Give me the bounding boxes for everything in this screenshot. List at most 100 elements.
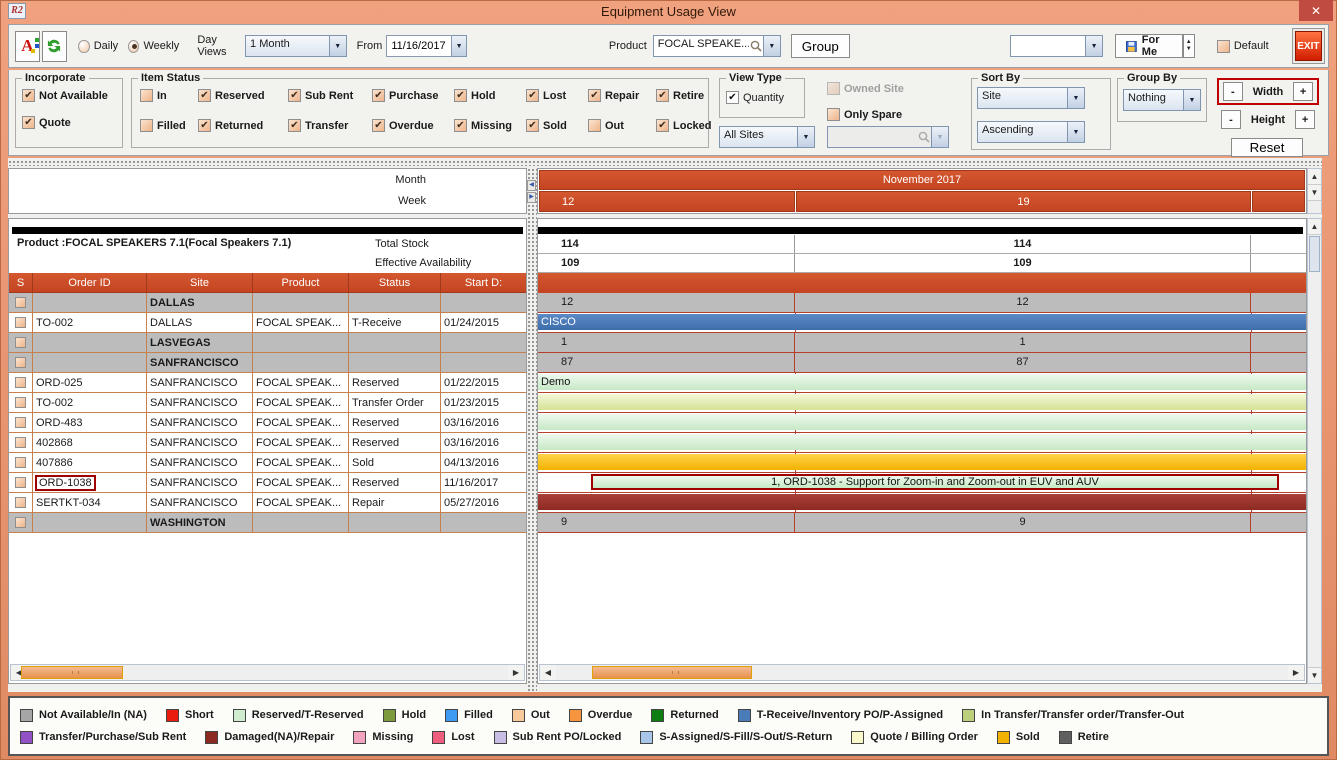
checkbox-box[interactable]: ✔ bbox=[454, 119, 467, 132]
site-cell[interactable]: SANFRANCISCO bbox=[147, 493, 253, 513]
row-checkbox[interactable] bbox=[15, 477, 26, 488]
scrollbar-thumb[interactable] bbox=[21, 666, 123, 679]
row-select-cell[interactable] bbox=[9, 333, 33, 353]
row-checkbox[interactable] bbox=[15, 397, 26, 408]
checkbox-box[interactable]: ✔ bbox=[198, 119, 211, 132]
row-checkbox[interactable] bbox=[15, 297, 26, 308]
site-cell[interactable]: SANFRANCISCO bbox=[147, 413, 253, 433]
row-select-cell[interactable] bbox=[9, 393, 33, 413]
row-checkbox[interactable] bbox=[15, 417, 26, 428]
chevron-down-icon[interactable]: ▼ bbox=[329, 36, 346, 56]
scroll-right-icon[interactable]: ▶ bbox=[1288, 665, 1304, 680]
table-row[interactable]: SERTKT-034SANFRANCISCOFOCAL SPEAK...Repa… bbox=[9, 493, 526, 513]
row-select-cell[interactable] bbox=[9, 433, 33, 453]
sites-select[interactable]: All Sites ▼ bbox=[719, 126, 815, 148]
table-row[interactable]: DALLAS bbox=[9, 293, 526, 313]
checkbox-quote[interactable]: ✔Quote bbox=[22, 116, 108, 129]
from-date-input[interactable] bbox=[386, 35, 452, 57]
column-header-status[interactable]: Status bbox=[349, 273, 441, 293]
close-button[interactable]: ✕ bbox=[1299, 0, 1333, 21]
gantt-bar-reserved[interactable]: 1, ORD-1038 - Support for Zoom-in and Zo… bbox=[591, 474, 1279, 490]
product-cell[interactable] bbox=[253, 293, 349, 313]
gantt-bar-reserved[interactable]: Demo bbox=[538, 374, 1306, 390]
column-header-s[interactable]: S bbox=[9, 273, 33, 293]
table-row[interactable]: 402868SANFRANCISCOFOCAL SPEAK...Reserved… bbox=[9, 433, 526, 453]
order-id-cell[interactable] bbox=[33, 353, 147, 373]
table-row[interactable]: ORD-025SANFRANCISCOFOCAL SPEAK...Reserve… bbox=[9, 373, 526, 393]
site-cell[interactable]: SANFRANCISCO bbox=[147, 393, 253, 413]
checkbox-retire[interactable]: ✔Retire bbox=[656, 89, 716, 102]
product-cell[interactable]: FOCAL SPEAK... bbox=[253, 393, 349, 413]
table-row[interactable]: ORD-1038SANFRANCISCOFOCAL SPEAK...Reserv… bbox=[9, 473, 526, 493]
checkbox-box[interactable]: ✔ bbox=[526, 119, 539, 132]
gantt-bar-reserved[interactable] bbox=[538, 434, 1306, 450]
sort-field-select[interactable]: Site ▼ bbox=[977, 87, 1085, 109]
checkbox-filled[interactable]: Filled bbox=[140, 119, 198, 132]
legend-colors-button[interactable]: A bbox=[15, 31, 40, 62]
row-checkbox[interactable] bbox=[15, 377, 26, 388]
gantt-row[interactable]: 99 bbox=[538, 513, 1306, 533]
checkbox-transfer[interactable]: ✔Transfer bbox=[288, 119, 372, 132]
order-id-cell[interactable]: ORD-1038 bbox=[33, 473, 147, 493]
row-select-cell[interactable] bbox=[9, 373, 33, 393]
checkbox-box[interactable]: ✔ bbox=[198, 89, 211, 102]
status-cell[interactable] bbox=[349, 353, 441, 373]
order-id-cell[interactable] bbox=[33, 293, 147, 313]
product-cell[interactable]: FOCAL SPEAK... bbox=[253, 493, 349, 513]
header-vertical-scrollbar[interactable]: ▲ ▼ bbox=[1307, 168, 1322, 214]
checkbox-box[interactable]: ✔ bbox=[22, 89, 35, 102]
start-date-cell[interactable]: 03/16/2016 bbox=[441, 433, 526, 453]
gantt-bar-sold[interactable] bbox=[538, 454, 1306, 470]
sort-direction-select[interactable]: Ascending ▼ bbox=[977, 121, 1085, 143]
checkbox-lost[interactable]: ✔Lost bbox=[526, 89, 588, 102]
left-horizontal-scrollbar[interactable]: ◀ ▶ bbox=[10, 664, 525, 681]
checkbox-box[interactable]: ✔ bbox=[454, 89, 467, 102]
site-cell[interactable]: LASVEGAS bbox=[147, 333, 253, 353]
scroll-up-icon[interactable]: ▲ bbox=[1308, 169, 1321, 185]
chevron-down-icon[interactable]: ▼ bbox=[763, 36, 780, 56]
for-me-spinner[interactable]: ▲▼ bbox=[1183, 34, 1195, 58]
checkbox-box[interactable]: ✔ bbox=[372, 119, 385, 132]
checkbox-returned[interactable]: ✔Returned bbox=[198, 119, 288, 132]
start-date-cell[interactable] bbox=[441, 353, 526, 373]
status-cell[interactable]: Reserved bbox=[349, 473, 441, 493]
pane-splitter[interactable]: ◀ ▶ bbox=[527, 168, 537, 692]
checkbox-sold[interactable]: ✔Sold bbox=[526, 119, 588, 132]
exit-button[interactable]: EXIT bbox=[1295, 31, 1322, 61]
checkbox-box[interactable]: ✔ bbox=[22, 116, 35, 129]
width-plus-button[interactable]: + bbox=[1293, 82, 1313, 101]
chevron-down-icon[interactable]: ▼ bbox=[1085, 36, 1102, 56]
checkbox-box[interactable] bbox=[140, 119, 153, 132]
status-cell[interactable]: Reserved bbox=[349, 373, 441, 393]
product-cell[interactable]: FOCAL SPEAK... bbox=[253, 433, 349, 453]
row-select-cell[interactable] bbox=[9, 473, 33, 493]
status-cell[interactable]: T-Receive bbox=[349, 313, 441, 333]
row-select-cell[interactable] bbox=[9, 493, 33, 513]
splitter-left-icon[interactable]: ◀ bbox=[527, 180, 536, 191]
from-date-dropdown[interactable]: ▼ bbox=[452, 35, 467, 57]
checkbox-box[interactable]: ✔ bbox=[656, 89, 669, 102]
chevron-down-icon[interactable]: ▼ bbox=[1067, 122, 1084, 142]
default-checkbox[interactable] bbox=[1217, 40, 1230, 53]
product-cell[interactable]: FOCAL SPEAK... bbox=[253, 313, 349, 333]
saved-view-select[interactable]: ▼ bbox=[1010, 35, 1103, 57]
for-me-button[interactable]: For Me bbox=[1115, 34, 1183, 58]
checkbox-box[interactable] bbox=[140, 89, 153, 102]
row-checkbox[interactable] bbox=[15, 317, 26, 328]
order-id-cell[interactable]: ORD-025 bbox=[33, 373, 147, 393]
product-cell[interactable]: FOCAL SPEAK... bbox=[253, 413, 349, 433]
gantt-horizontal-scrollbar[interactable]: ◀ ▶ bbox=[539, 664, 1305, 681]
status-cell[interactable]: Sold bbox=[349, 453, 441, 473]
row-select-cell[interactable] bbox=[9, 293, 33, 313]
spinner-down-icon[interactable]: ▼ bbox=[1186, 46, 1192, 53]
order-id-cell[interactable]: SERTKT-034 bbox=[33, 493, 147, 513]
resize-handle[interactable] bbox=[8, 160, 1322, 166]
site-cell[interactable]: SANFRANCISCO bbox=[147, 433, 253, 453]
checkbox-box[interactable]: ✔ bbox=[588, 89, 601, 102]
scrollbar-thumb[interactable] bbox=[1309, 236, 1320, 272]
checkbox-purchase[interactable]: ✔Purchase bbox=[372, 89, 454, 102]
splitter-right-icon[interactable]: ▶ bbox=[527, 192, 536, 203]
scroll-up-icon[interactable]: ▲ bbox=[1308, 219, 1321, 235]
column-header-order-id[interactable]: Order ID bbox=[33, 273, 147, 293]
row-checkbox[interactable] bbox=[15, 437, 26, 448]
